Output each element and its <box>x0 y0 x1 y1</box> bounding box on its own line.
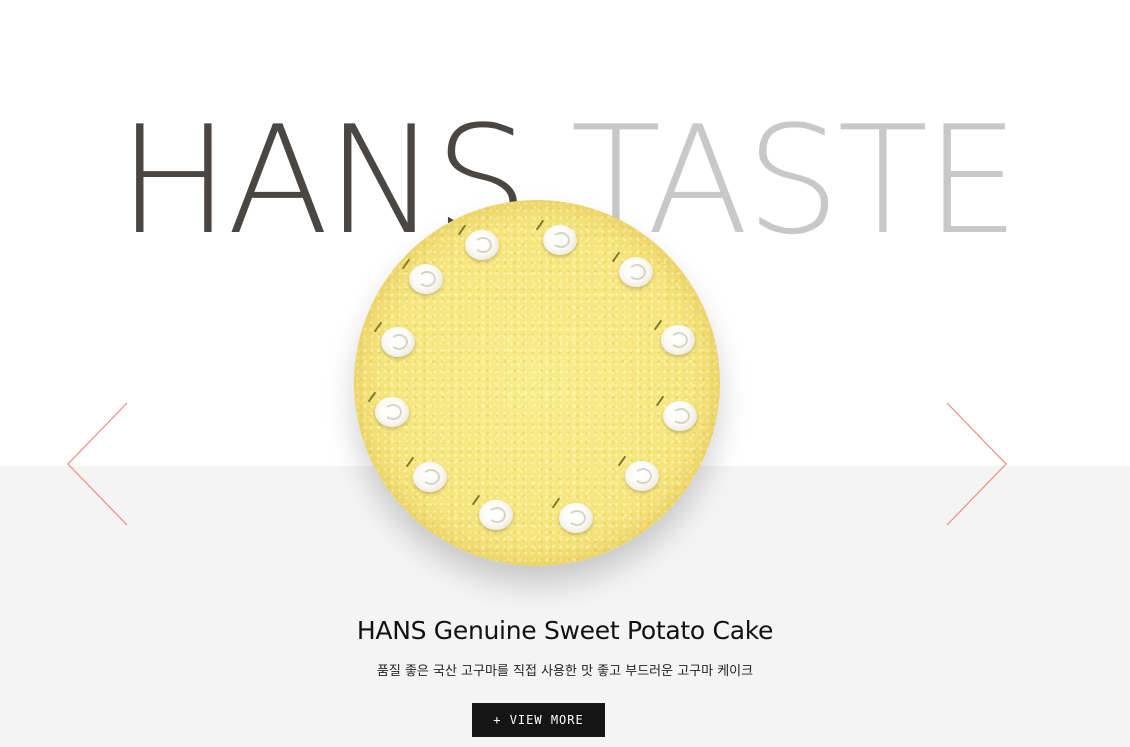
cream-dollop <box>465 230 499 260</box>
cream-dollop <box>381 327 415 357</box>
cream-dollop <box>559 503 593 533</box>
cream-dollop <box>663 401 697 431</box>
cream-dollop <box>543 225 577 255</box>
cream-dollop <box>413 462 447 492</box>
slider-prev-button[interactable] <box>66 402 128 526</box>
slider-next-button[interactable] <box>946 402 1008 526</box>
cream-dollop <box>479 500 513 530</box>
chevron-right-icon <box>946 402 1007 526</box>
cream-dollop <box>619 257 653 287</box>
product-description: 품질 좋은 국산 고구마를 직접 사용한 맛 좋고 부드러운 고구마 케이크 <box>376 664 754 679</box>
cream-dollop <box>625 461 659 491</box>
cream-dollop <box>409 264 443 294</box>
product-cake-image <box>354 200 720 566</box>
cream-dollop <box>375 397 409 427</box>
product-name: HANS Genuine Sweet Potato Cake <box>356 616 774 645</box>
cream-dollop <box>661 325 695 355</box>
view-more-button[interactable]: + VIEW MORE <box>472 703 605 737</box>
chevron-left-icon <box>67 402 128 526</box>
